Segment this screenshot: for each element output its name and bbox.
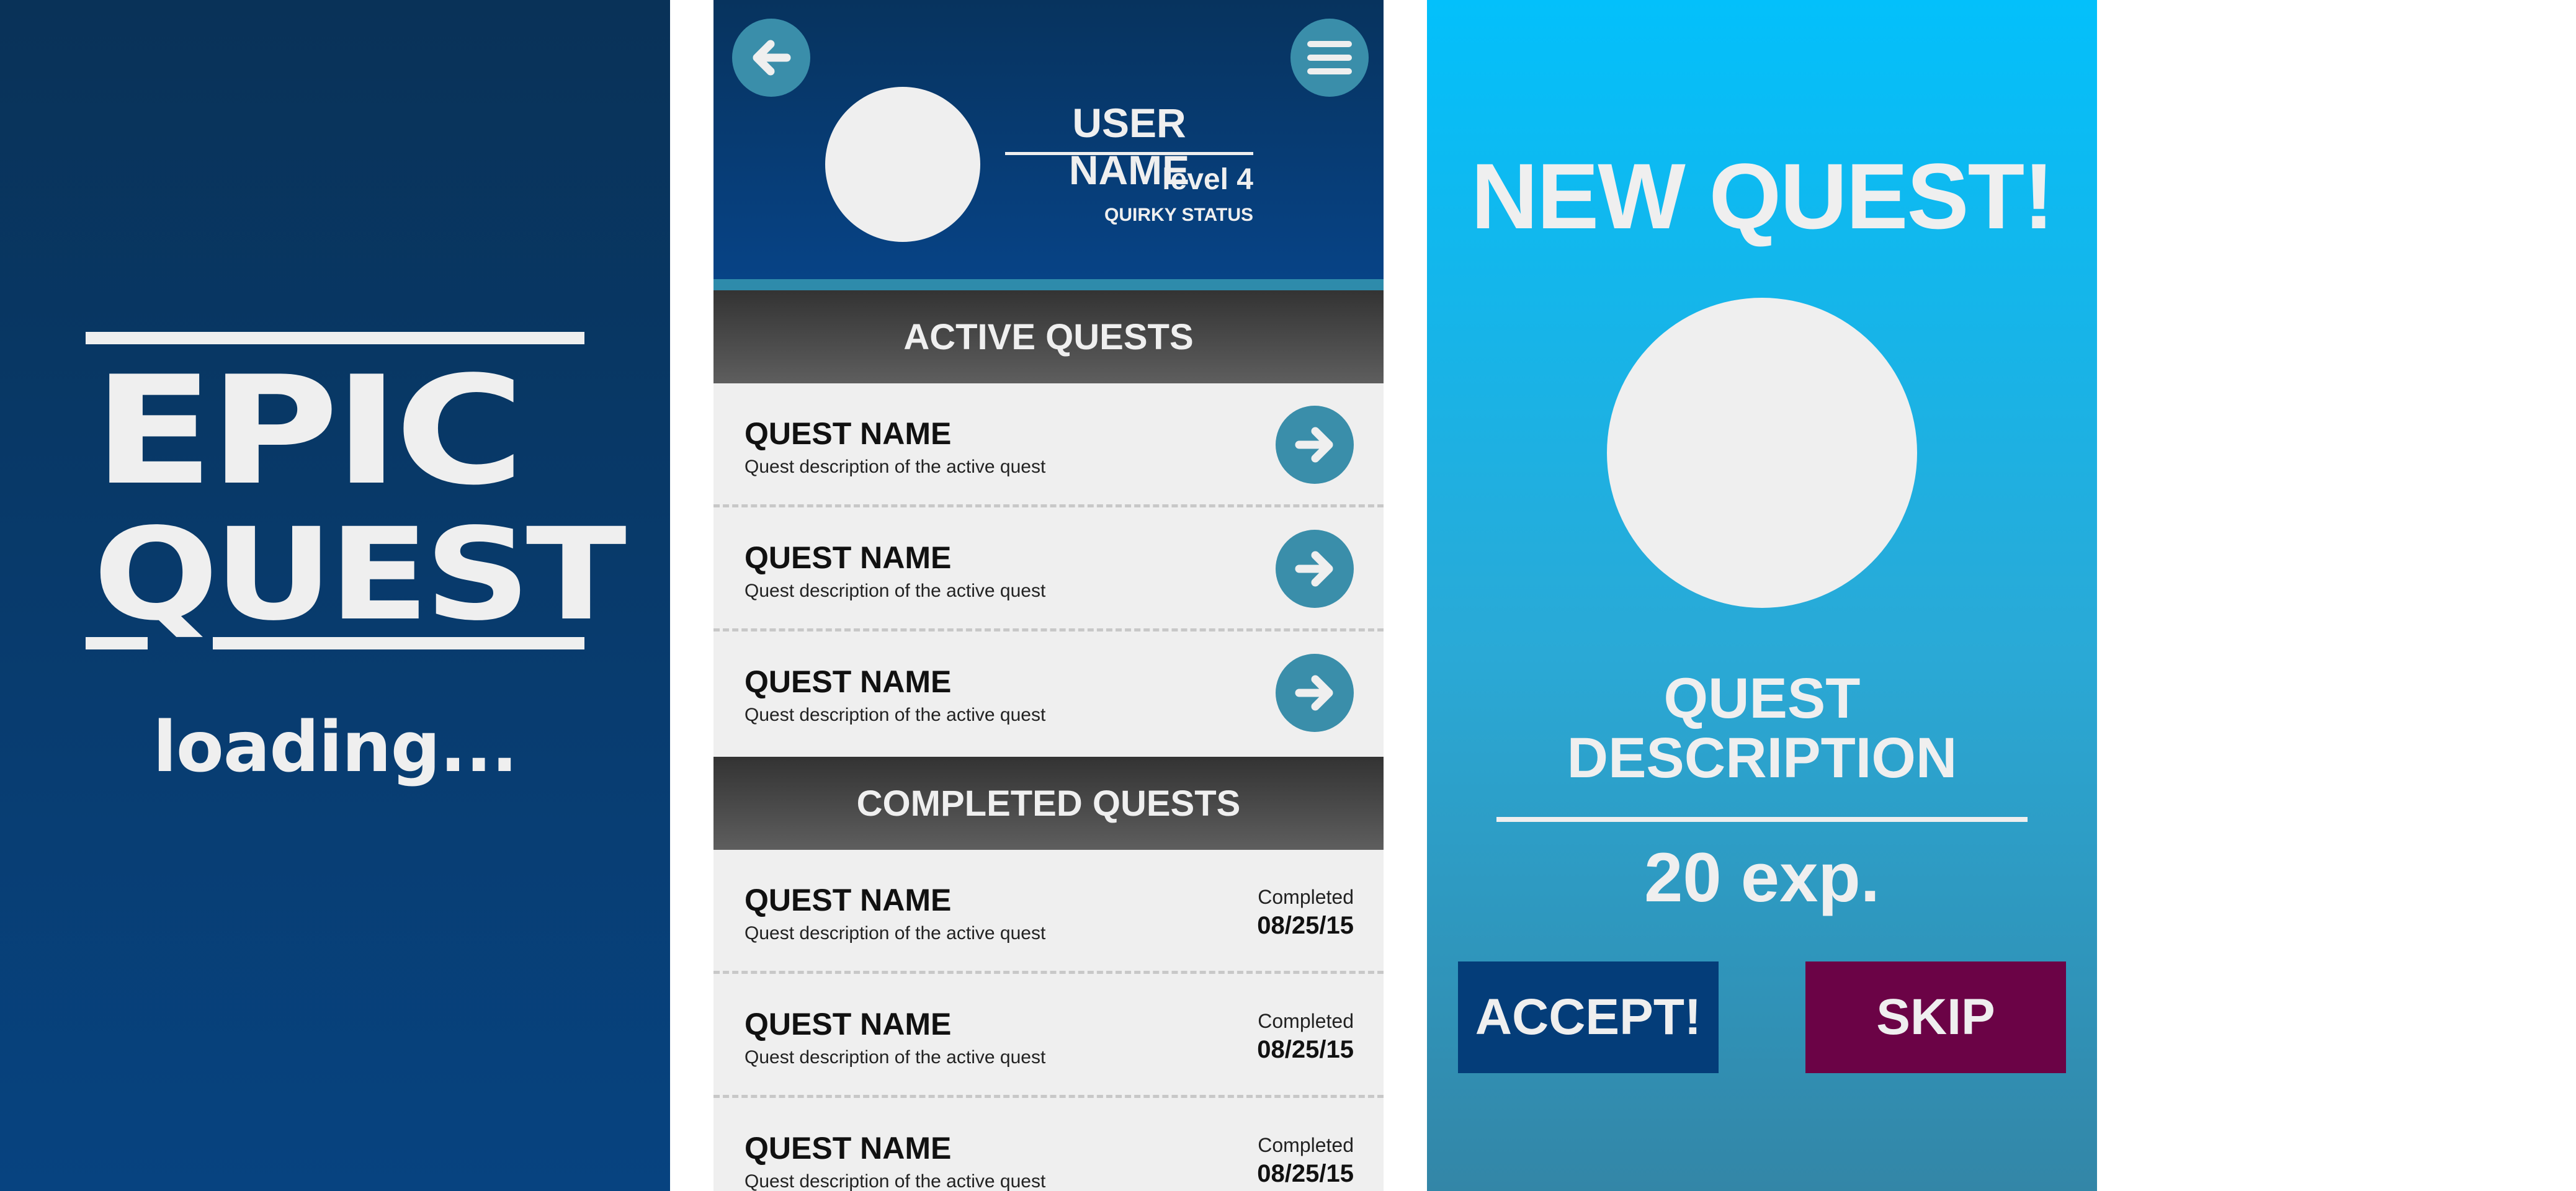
- user-status: QUIRKY STATUS: [1104, 205, 1253, 225]
- arrow-right-icon: [1295, 675, 1333, 711]
- logo-word-epic: EPIC: [93, 344, 525, 519]
- completed-quest-item[interactable]: QUEST NAME Quest description of the acti…: [713, 1098, 1384, 1191]
- quest-name: QUEST NAME: [745, 540, 952, 575]
- loading-text: loading...: [153, 707, 517, 788]
- completed-date: 08/25/15: [1257, 1160, 1354, 1187]
- hamburger-menu-icon: [1307, 41, 1352, 74]
- description-divider: [1496, 817, 2028, 822]
- completed-label: Completed: [1258, 1010, 1354, 1032]
- completed-quests-header: COMPLETED QUESTS: [713, 757, 1384, 850]
- quest-description-line1: QUEST: [1663, 667, 1861, 730]
- user-name-underline: [1005, 152, 1253, 155]
- arrow-left-icon: [753, 40, 791, 76]
- open-quest-button[interactable]: [1276, 406, 1354, 484]
- app-logo: EPIC QUEST: [86, 332, 627, 654]
- back-button[interactable]: [732, 19, 810, 97]
- logo-word-quest: QUEST: [93, 501, 627, 649]
- header-accent-strip: [713, 279, 1384, 290]
- logo-bottom-rule-right: [213, 637, 584, 649]
- open-quest-button[interactable]: [1276, 654, 1354, 732]
- quest-list-screen: USER NAME level 4 QUIRKY STATUS ACTIVE Q…: [713, 0, 1384, 1191]
- quest-name: QUEST NAME: [745, 883, 952, 917]
- quest-exp-reward: 20 exp.: [1644, 839, 1880, 916]
- completed-quest-item[interactable]: QUEST NAME Quest description of the acti…: [713, 850, 1384, 974]
- active-quest-item[interactable]: QUEST NAME Quest description of the acti…: [713, 507, 1384, 631]
- new-quest-screen: NEW QUEST! QUEST DESCRIPTION 20 exp. ACC…: [1427, 0, 2097, 1191]
- arrow-right-icon: [1295, 551, 1333, 587]
- new-quest-title: NEW QUEST!: [1470, 144, 2054, 248]
- quest-description: Quest description of the active quest: [745, 1171, 1046, 1191]
- menu-button[interactable]: [1290, 19, 1369, 97]
- active-quests-header: ACTIVE QUESTS: [713, 290, 1384, 383]
- completed-date: 08/25/15: [1257, 912, 1354, 939]
- logo-bottom-rule-left: [86, 637, 148, 649]
- user-level: level 4: [1162, 163, 1253, 196]
- accept-button[interactable]: ACCEPT!: [1458, 961, 1719, 1073]
- skip-button[interactable]: SKIP: [1805, 961, 2066, 1073]
- active-quest-item[interactable]: QUEST NAME Quest description of the acti…: [713, 383, 1384, 507]
- completed-label: Completed: [1258, 886, 1354, 908]
- user-avatar[interactable]: [825, 87, 980, 242]
- open-quest-button[interactable]: [1276, 530, 1354, 608]
- completed-quest-item[interactable]: QUEST NAME Quest description of the acti…: [713, 974, 1384, 1098]
- quest-name: QUEST NAME: [745, 416, 952, 451]
- quest-description: Quest description of the active quest: [745, 705, 1046, 725]
- loading-screen: EPIC QUEST loading...: [0, 0, 670, 1191]
- quest-name: QUEST NAME: [745, 1131, 952, 1166]
- quest-description: Quest description of the active quest: [745, 923, 1046, 943]
- quest-description: Quest description of the active quest: [745, 457, 1046, 477]
- completed-date: 08/25/15: [1257, 1036, 1354, 1063]
- quest-description-line2: DESCRIPTION: [1567, 726, 1957, 790]
- logo-top-rule: [86, 332, 584, 344]
- arrow-right-icon: [1295, 427, 1333, 463]
- quest-description: Quest description of the active quest: [745, 1047, 1046, 1068]
- quest-image: [1607, 298, 1917, 608]
- quest-name: QUEST NAME: [745, 664, 952, 699]
- quest-name: QUEST NAME: [745, 1007, 952, 1042]
- profile-header: USER NAME level 4 QUIRKY STATUS: [713, 0, 1384, 279]
- quest-description: Quest description of the active quest: [745, 581, 1046, 601]
- completed-label: Completed: [1258, 1134, 1354, 1156]
- active-quest-item[interactable]: QUEST NAME Quest description of the acti…: [713, 631, 1384, 756]
